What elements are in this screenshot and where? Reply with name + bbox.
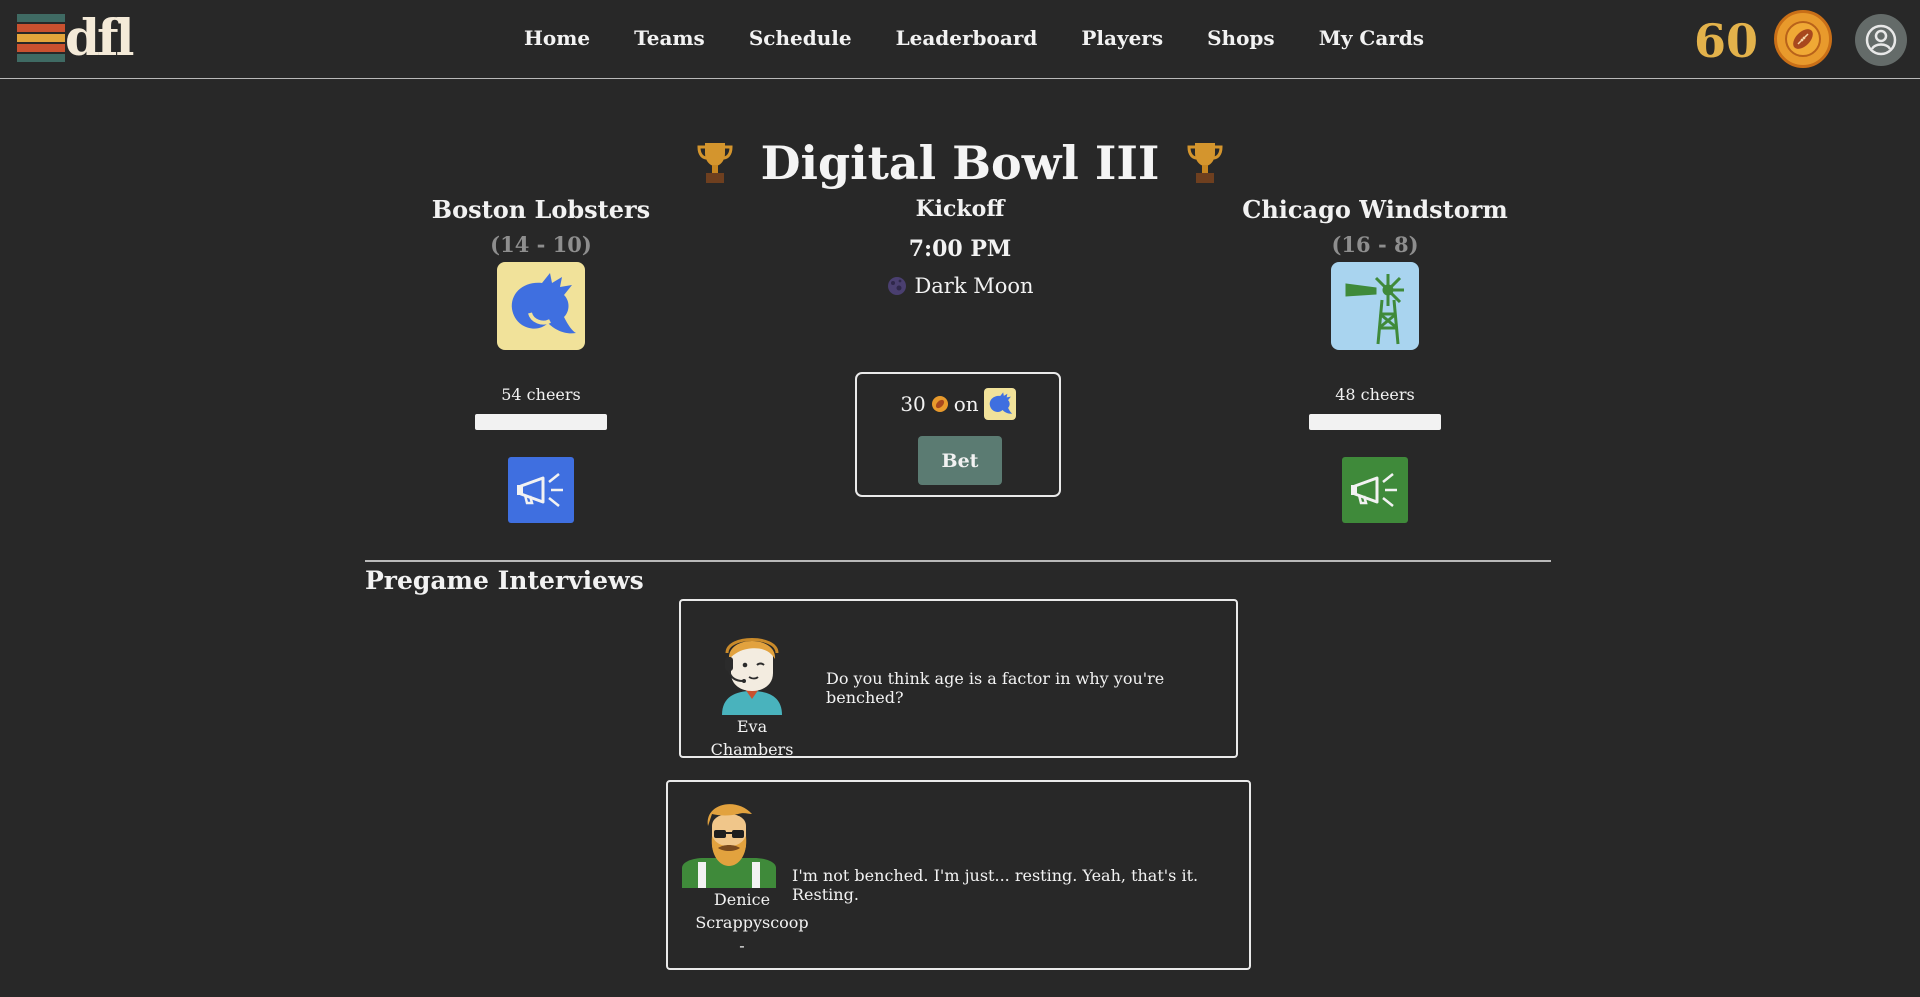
nav-schedule[interactable]: Schedule — [749, 26, 852, 50]
home-team-name[interactable]: Boston Lobsters — [371, 195, 711, 224]
player-name-suffix: - — [739, 936, 745, 955]
nav-home[interactable]: Home — [524, 26, 590, 50]
logo-text: dfl — [65, 8, 134, 67]
bet-summary: 30 on — [857, 388, 1059, 420]
main-nav: Home Teams Schedule Leaderboard Players … — [524, 26, 1468, 50]
home-cheer-button[interactable] — [508, 457, 574, 523]
interview-card: Denice Scrappyscoop - I'm not benched. I… — [666, 780, 1251, 970]
logo-stripes-icon — [17, 14, 65, 62]
kickoff-time: 7:00 PM — [908, 236, 1012, 262]
away-cheer-button[interactable] — [1342, 457, 1408, 523]
reporter-avatar-icon — [722, 638, 782, 715]
interviewer: Eva Chambers — [697, 625, 807, 761]
away-team-record: (16 - 8) — [1331, 232, 1419, 257]
bet-team-logo-icon[interactable] — [983, 388, 1016, 420]
football-coin-icon[interactable] — [1774, 10, 1832, 68]
weather: Dark Moon — [810, 274, 1110, 298]
away-team-panel: Chicago Windstorm (16 - 8) 48 cheers — [1205, 195, 1545, 523]
kickoff-info: Kickoff 7:00 PM Dark Moon — [810, 196, 1110, 298]
bet-panel: 30 on Bet — [855, 372, 1061, 497]
dfl-logo[interactable]: dfl — [17, 8, 134, 67]
away-cheer-meter — [1309, 414, 1441, 430]
nav-leaderboard[interactable]: Leaderboard — [896, 26, 1038, 50]
home-cheers-count: 54 cheers — [501, 385, 581, 404]
interview-card: Eva Chambers Do you think age is a facto… — [679, 599, 1238, 761]
interviewer-name: Eva Chambers — [710, 717, 794, 759]
player-name-line2: Scrappyscoop — [695, 913, 809, 932]
away-cheers-count: 48 cheers — [1335, 385, 1415, 404]
nav-my-cards[interactable]: My Cards — [1319, 26, 1424, 50]
bet-on-label: on — [953, 392, 979, 416]
section-divider — [365, 560, 1551, 562]
coin-icon — [931, 396, 948, 412]
windmill-logo-icon[interactable] — [1331, 262, 1419, 350]
player-name-line1: Denice — [713, 890, 771, 909]
lobster-logo-icon[interactable] — [497, 262, 585, 350]
megaphone-icon — [517, 473, 563, 507]
trophy-icon — [697, 143, 733, 183]
interview-question: Do you think age is a factor in why you'… — [826, 669, 1165, 707]
trophy-icon — [1187, 143, 1223, 183]
account-icon[interactable] — [1855, 14, 1907, 66]
player-avatar-icon — [682, 804, 776, 888]
nav-players[interactable]: Players — [1081, 26, 1163, 50]
dark-moon-icon — [888, 277, 907, 295]
home-team-record: (14 - 10) — [490, 232, 592, 257]
nav-shops[interactable]: Shops — [1207, 26, 1275, 50]
interview-answer: I'm not benched. I'm just... resting. Ye… — [792, 866, 1199, 904]
bet-amount: 30 — [900, 392, 926, 416]
home-team-panel: Boston Lobsters (14 - 10) 54 cheers — [371, 195, 711, 523]
megaphone-icon — [1351, 473, 1397, 507]
nav-teams[interactable]: Teams — [634, 26, 705, 50]
game-title-row: Digital Bowl III — [0, 136, 1920, 190]
top-bar: dfl Home Teams Schedule Leaderboard Play… — [0, 0, 1920, 79]
weather-label: Dark Moon — [914, 274, 1034, 298]
interviews-heading: Pregame Interviews — [365, 566, 644, 595]
bet-button[interactable]: Bet — [918, 436, 1002, 485]
player: Denice Scrappyscoop - — [674, 796, 810, 957]
page-title: Digital Bowl III — [760, 136, 1160, 190]
home-cheer-meter — [475, 414, 607, 430]
kickoff-label: Kickoff — [915, 196, 1005, 222]
coin-balance: 60 — [1694, 14, 1759, 68]
away-team-name[interactable]: Chicago Windstorm — [1205, 195, 1545, 224]
